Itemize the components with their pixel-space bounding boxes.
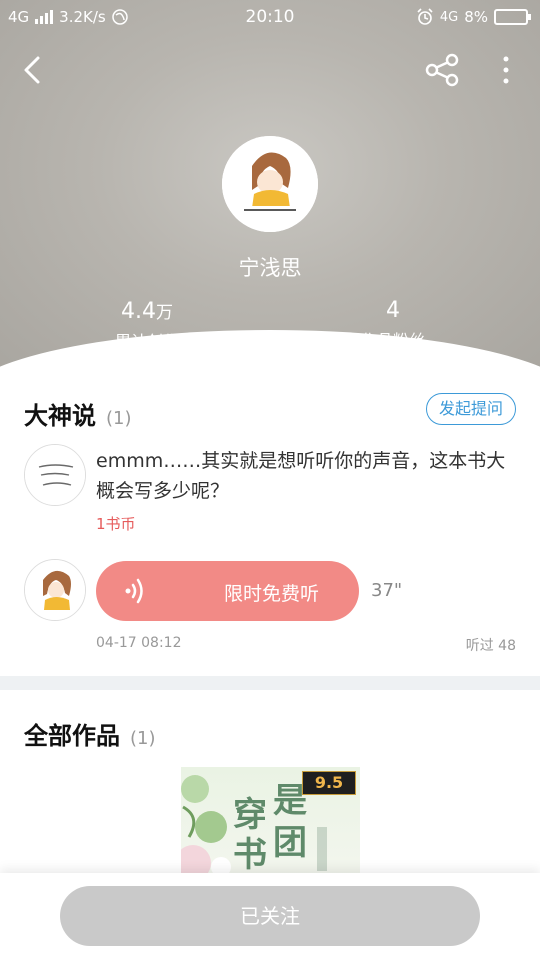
- voice-answer-button[interactable]: 限时免费听: [96, 561, 359, 621]
- author-avatar[interactable]: [222, 136, 318, 232]
- stat-works: 4.4万 累计创作: [47, 298, 247, 352]
- bottom-bar: 已关注: [0, 873, 540, 960]
- battery-icon: [494, 9, 531, 25]
- works-heading: 全部作品 (1): [24, 716, 156, 751]
- answer-listen-count: 听过 48: [465, 638, 516, 654]
- questions-title: 大神说: [24, 401, 96, 430]
- book-title-char: 团: [273, 823, 307, 863]
- share-icon[interactable]: [422, 52, 462, 88]
- voice-answer-label: 限时免费听: [224, 583, 320, 605]
- back-icon[interactable]: [16, 52, 52, 88]
- stat-works-unit: 万: [156, 303, 173, 323]
- question-reward: 1书币: [96, 515, 136, 533]
- status-bar: 4G 3.2K/s 20:10 4G 8%: [0, 0, 540, 36]
- answer-date: 04-17 08:12: [96, 635, 182, 651]
- follow-button[interactable]: 已关注: [60, 886, 480, 946]
- works-count: (1): [130, 728, 156, 749]
- book-rating: 9.5: [302, 771, 356, 795]
- questions-count: (1): [106, 408, 132, 429]
- alarm-icon: [417, 8, 433, 25]
- works-title: 全部作品: [24, 721, 120, 750]
- asker-avatar[interactable]: [24, 444, 86, 506]
- author-name: 宁浅思: [238, 256, 302, 280]
- section-divider: [0, 676, 540, 690]
- book-title-char: 书: [233, 835, 267, 875]
- sound-wave-icon: [125, 578, 143, 604]
- questions-heading: 大神说 (1): [24, 396, 132, 431]
- stat-works-number: 4.4: [121, 299, 156, 324]
- question-text: emmm……其实就是想听听你的声音，这本书大概会写多少呢？: [96, 450, 506, 502]
- stat-fans-number: 4: [386, 298, 400, 323]
- answerer-avatar[interactable]: [24, 559, 86, 621]
- profile-header: 4G 3.2K/s 20:10 4G 8% 宁浅思 4.4万 累计创作 4 作品…: [0, 0, 540, 372]
- battery-percent: 8%: [464, 8, 488, 26]
- network-label-right: 4G: [439, 9, 459, 25]
- stat-fans-label: 作品粉丝: [360, 331, 425, 350]
- voice-duration: 37": [371, 580, 403, 601]
- stat-works-label: 累计创作: [114, 332, 179, 351]
- stat-fans: 4 作品粉丝: [293, 298, 493, 351]
- book-cover[interactable]: 9.5 穿 书 是 团: [181, 767, 360, 877]
- ask-question-button[interactable]: 发起提问: [426, 393, 516, 425]
- more-icon[interactable]: [494, 52, 518, 88]
